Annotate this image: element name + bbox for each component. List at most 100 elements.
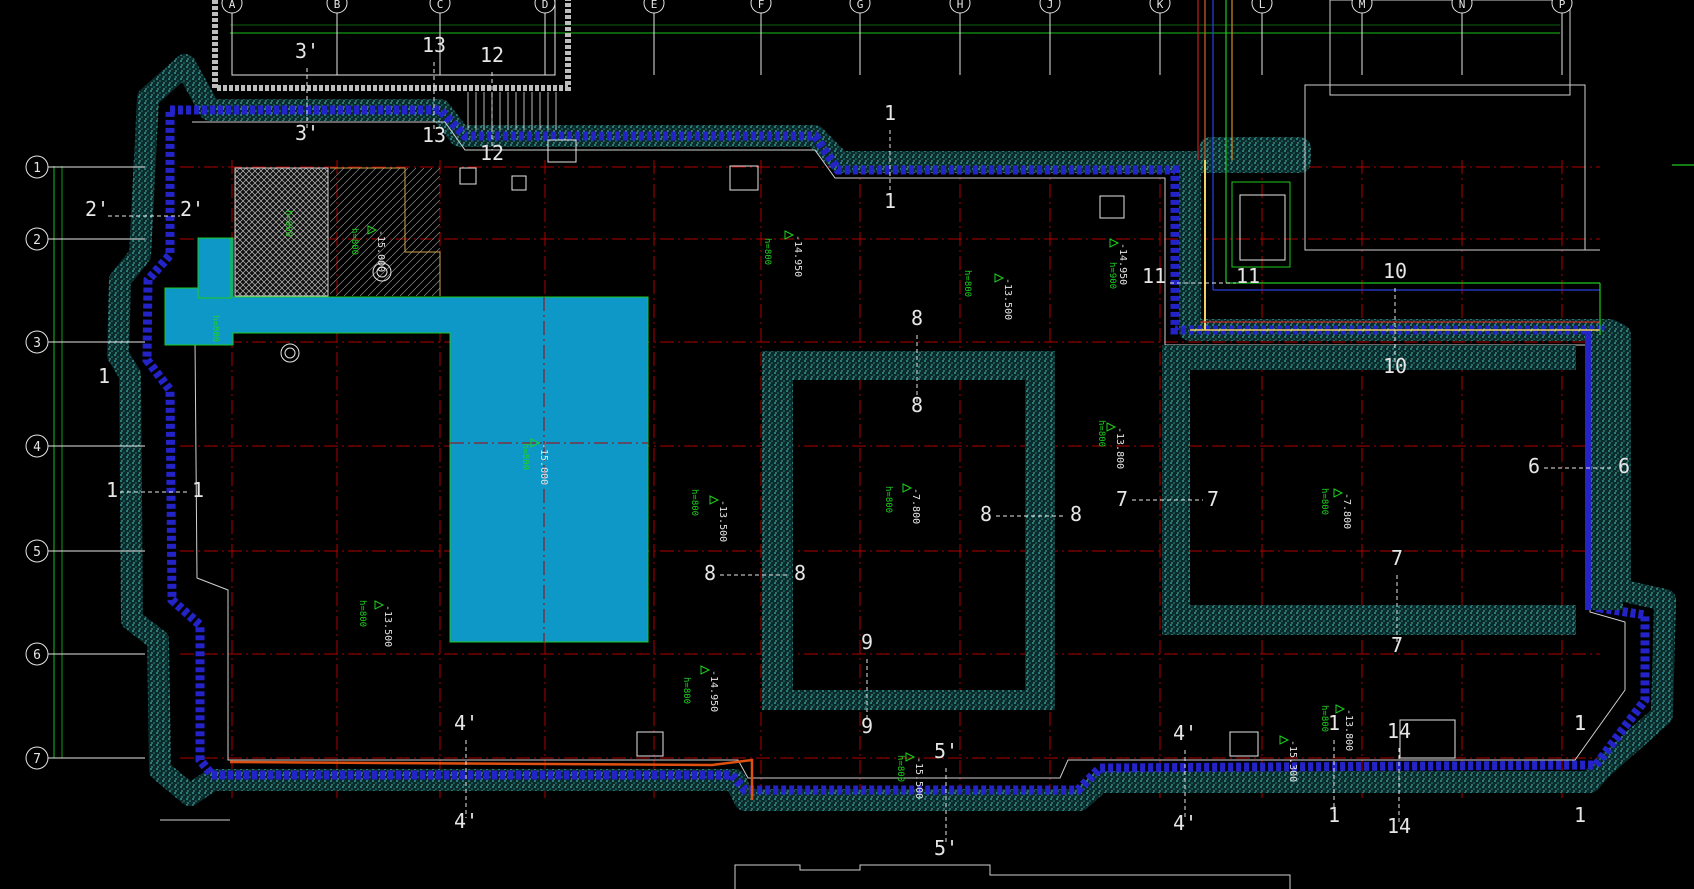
section-mark: 11 xyxy=(1236,264,1260,288)
slab-thickness-note: h=800 xyxy=(349,228,359,255)
elevation-triangle-icon xyxy=(784,230,795,240)
grid-bubble-top-label: F xyxy=(758,0,765,11)
grid-bubble-left-label: 2 xyxy=(33,233,41,248)
section-mark: 12 xyxy=(480,43,504,67)
east-pile-strip xyxy=(1585,330,1591,610)
elevation-label: -13.500 xyxy=(382,605,393,647)
elevation-triangle-icon xyxy=(1106,422,1117,432)
grid-bubble-top-label: L xyxy=(1259,0,1266,11)
section-mark: 1 xyxy=(1574,711,1586,735)
deep-pit-area xyxy=(164,237,649,643)
left-dimension-line xyxy=(53,166,63,758)
crosshatch-zone xyxy=(234,167,329,297)
section-mark: 2' xyxy=(180,197,204,221)
elevation-triangle-icon xyxy=(902,483,913,493)
grid-bubble-top-label: C xyxy=(437,0,444,11)
section-mark: 11 xyxy=(1142,264,1166,288)
elevation-label: -14.950 xyxy=(792,235,803,277)
section-mark: 7 xyxy=(1391,633,1403,657)
section-mark: 2' xyxy=(85,197,109,221)
section-mark: 8 xyxy=(980,502,992,526)
section-mark: 9 xyxy=(861,630,873,654)
section-mark: 4' xyxy=(1173,721,1197,745)
section-mark: 8 xyxy=(911,393,923,417)
section-mark: 3' xyxy=(295,39,319,63)
grid-bubble-left-label: 7 xyxy=(33,752,41,767)
slab-thickness-note: h=900 xyxy=(1107,262,1117,289)
elevation-label: -15.000 xyxy=(538,443,549,485)
grid-bubble-top-label: A xyxy=(229,0,236,11)
elevation-triangle-icon xyxy=(1279,735,1290,745)
slab-thickness-note: h=800 xyxy=(1319,705,1329,732)
slab-thickness-note: h=800 xyxy=(681,677,691,704)
elevation-label: -7.800 xyxy=(1341,493,1352,529)
sump-small-box xyxy=(197,237,232,299)
elevation-label: -13.800 xyxy=(1343,709,1354,751)
slab-thickness-note: h=800 xyxy=(962,270,972,297)
grid-bubble-left-label: 5 xyxy=(33,545,41,560)
elevation-label: -15.300 xyxy=(1287,740,1298,782)
section-mark: 1 xyxy=(98,364,110,388)
section-mark: 14 xyxy=(1387,814,1411,838)
section-mark: 7 xyxy=(1391,546,1403,570)
slab-thickness-note: h=800 xyxy=(689,489,699,516)
slab-thickness-note: h=800 xyxy=(762,238,772,265)
central-core-wall xyxy=(762,351,1055,710)
section-mark: 14 xyxy=(1387,719,1411,743)
section-mark: 4' xyxy=(454,711,478,735)
slab-thickness-note: h=800 xyxy=(520,443,530,470)
section-mark: 13 xyxy=(422,33,446,57)
grid-bubble-top-label: E xyxy=(651,0,658,11)
upper-right-structure xyxy=(1231,0,1600,268)
grid-bubble-top-label: K xyxy=(1157,0,1164,11)
section-mark: 7 xyxy=(1116,487,1128,511)
slab-thickness-note: h=800 xyxy=(883,486,893,513)
elevation-triangle-icon xyxy=(905,752,916,762)
grid-bubble-top-label: H xyxy=(957,0,964,11)
slab-thickness-note: h=800 xyxy=(1319,488,1329,515)
grid-bubble-top-label: G xyxy=(857,0,864,11)
section-mark: 6 xyxy=(1618,454,1630,478)
elevation-label: -13.800 xyxy=(1114,427,1125,469)
right-core-wall xyxy=(1162,345,1576,635)
section-mark: 10 xyxy=(1383,354,1407,378)
elevation-triangle-icon xyxy=(374,600,385,610)
elevation-label: -15.000 xyxy=(375,230,386,272)
section-mark: 6 xyxy=(1528,454,1540,478)
elevation-triangle-icon xyxy=(1333,488,1344,498)
grid-bubble-left-label: 1 xyxy=(33,161,41,176)
section-mark: 8 xyxy=(704,561,716,585)
section-mark: 1 xyxy=(884,101,896,125)
slab-thickness-note: h=800 xyxy=(357,600,367,627)
grid-bubble-top-label: P xyxy=(1559,0,1566,11)
grid-bubble-top-label: J xyxy=(1047,0,1054,11)
cad-floor-plan: ABCDEFGHJKLMNP 1234567 1 112' 2'3'3'131312… xyxy=(25,0,1694,889)
section-mark: 1 xyxy=(1574,803,1586,827)
elevation-label: -15.500 xyxy=(913,757,924,799)
grid-bubble-left-label: 4 xyxy=(33,440,41,455)
elevation-label: -13.500 xyxy=(1002,278,1013,320)
slab-thickness-note: h=800 xyxy=(1096,420,1106,447)
elevation-label: -14.950 xyxy=(708,670,719,712)
grid-bubble-left-label: 6 xyxy=(33,648,41,663)
slab-thickness-note: h=800 xyxy=(895,755,905,782)
elevation-label: -7.800 xyxy=(910,488,921,524)
section-mark: 8 xyxy=(911,306,923,330)
slab-thickness-note: h=900 xyxy=(283,210,293,237)
section-mark: 10 xyxy=(1383,259,1407,283)
section-mark: 1 xyxy=(884,189,896,213)
section-mark: 8 xyxy=(794,561,806,585)
elevation-triangle-icon xyxy=(700,665,711,675)
grid-bubble-top-label: N xyxy=(1459,0,1466,11)
elevation-triangle-icon xyxy=(1109,238,1120,248)
grid-bubble-top-label: B xyxy=(334,0,341,11)
elevation-label: -13.500 xyxy=(717,500,728,542)
section-mark: 1 xyxy=(192,478,204,502)
section-mark: 8 xyxy=(1070,502,1082,526)
grid-bubble-top-label: M xyxy=(1359,0,1366,11)
elevation-label: -14.950 xyxy=(1117,243,1128,285)
section-mark: 1 xyxy=(106,478,118,502)
grid-bubble-left-label: 3 xyxy=(33,336,41,351)
grid-bubble-top-label: D xyxy=(542,0,549,11)
section-mark: 5' xyxy=(934,739,958,763)
